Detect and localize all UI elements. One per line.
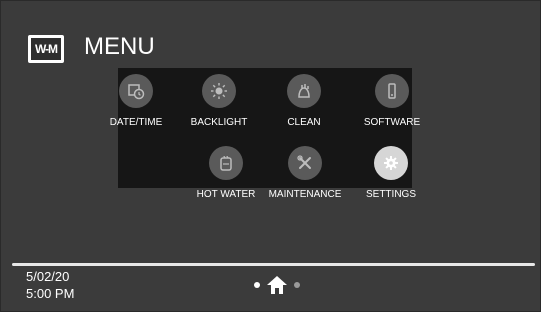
- software-device-icon: [375, 74, 409, 108]
- menu-item-label: SOFTWARE: [363, 117, 421, 128]
- backlight-sun-icon: [202, 74, 236, 108]
- home-icon[interactable]: [266, 275, 288, 295]
- wrench-screwdriver-icon: [288, 146, 322, 180]
- footer-date: 5/02/20: [26, 269, 70, 284]
- menu-item-settings[interactable]: SETTINGS: [336, 146, 446, 201]
- page-dot-right[interactable]: [294, 282, 300, 288]
- footer-time: 5:00 PM: [26, 286, 75, 301]
- brand-logo: W-M: [28, 35, 64, 63]
- brand-logo-text: W-M: [31, 38, 61, 60]
- hot-water-tank-icon: [209, 146, 243, 180]
- calendar-clock-icon: [119, 74, 153, 108]
- page-dot-left[interactable]: [254, 282, 260, 288]
- footer-divider: [12, 263, 535, 266]
- menu-item-label: SETTINGS: [365, 189, 416, 200]
- gear-icon: [374, 146, 408, 180]
- page-navigation: [247, 274, 307, 296]
- menu-item-software[interactable]: SOFTWARE: [337, 74, 447, 129]
- menu-screen: W-M MENU DATE/TIME BACKLIGHT CLEAN SOFTW…: [0, 0, 541, 312]
- page-title: MENU: [84, 33, 155, 60]
- clean-hand-icon: [287, 74, 321, 108]
